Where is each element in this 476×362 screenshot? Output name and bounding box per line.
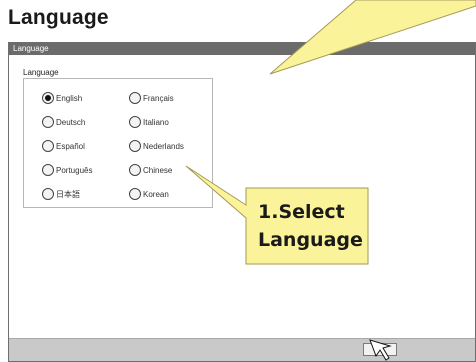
radio-circle[interactable] (129, 92, 141, 104)
radio-francais[interactable]: Français (129, 92, 174, 104)
radio-circle[interactable] (42, 116, 54, 128)
radio-circle[interactable] (129, 140, 141, 152)
radio-label-espanol: Español (56, 141, 85, 151)
radio-espanol[interactable]: Español (42, 140, 85, 152)
radio-portugues[interactable]: Português (42, 164, 92, 176)
language-dialog: Language Language English Français Deuts… (8, 42, 476, 362)
language-group-label: Language (23, 68, 59, 77)
radio-label-english: English (56, 93, 83, 103)
radio-circle[interactable] (129, 164, 141, 176)
radio-circle[interactable] (129, 116, 141, 128)
radio-circle[interactable] (42, 164, 54, 176)
callout-text: 1.Select Language (258, 198, 363, 254)
radio-korean[interactable]: Korean (129, 188, 169, 200)
radio-label-nederlands: Nederlands (143, 141, 184, 151)
radio-circle[interactable] (129, 188, 141, 200)
radio-japanese[interactable]: 日本語 (42, 188, 80, 200)
radio-deutsch[interactable]: Deutsch (42, 116, 85, 128)
radio-italiano[interactable]: Italiano (129, 116, 169, 128)
radio-nederlands[interactable]: Nederlands (129, 140, 184, 152)
dialog-title: Language (9, 43, 475, 55)
radio-english[interactable]: English (42, 92, 82, 104)
radio-label-deutsch: Deutsch (56, 117, 86, 127)
radio-chinese[interactable]: Chinese (129, 164, 172, 176)
callout-line-1: 1.Select (258, 201, 345, 223)
radio-label-korean: Korean (143, 189, 169, 199)
radio-label-japanese: 日本語 (56, 189, 80, 199)
radio-label-italiano: Italiano (143, 117, 169, 127)
radio-circle-selected[interactable] (42, 92, 54, 104)
page-heading: Language (8, 6, 109, 29)
dialog-footer: OK (9, 338, 475, 361)
callout-line-2: Language (258, 229, 363, 251)
radio-label-portugues: Português (56, 165, 93, 175)
ok-button[interactable]: OK (363, 343, 397, 356)
radio-label-francais: Français (143, 93, 174, 103)
radio-circle[interactable] (42, 140, 54, 152)
radio-label-chinese: Chinese (143, 165, 173, 175)
radio-circle[interactable] (42, 188, 54, 200)
language-group-box: English Français Deutsch Italiano Españo… (23, 78, 213, 208)
